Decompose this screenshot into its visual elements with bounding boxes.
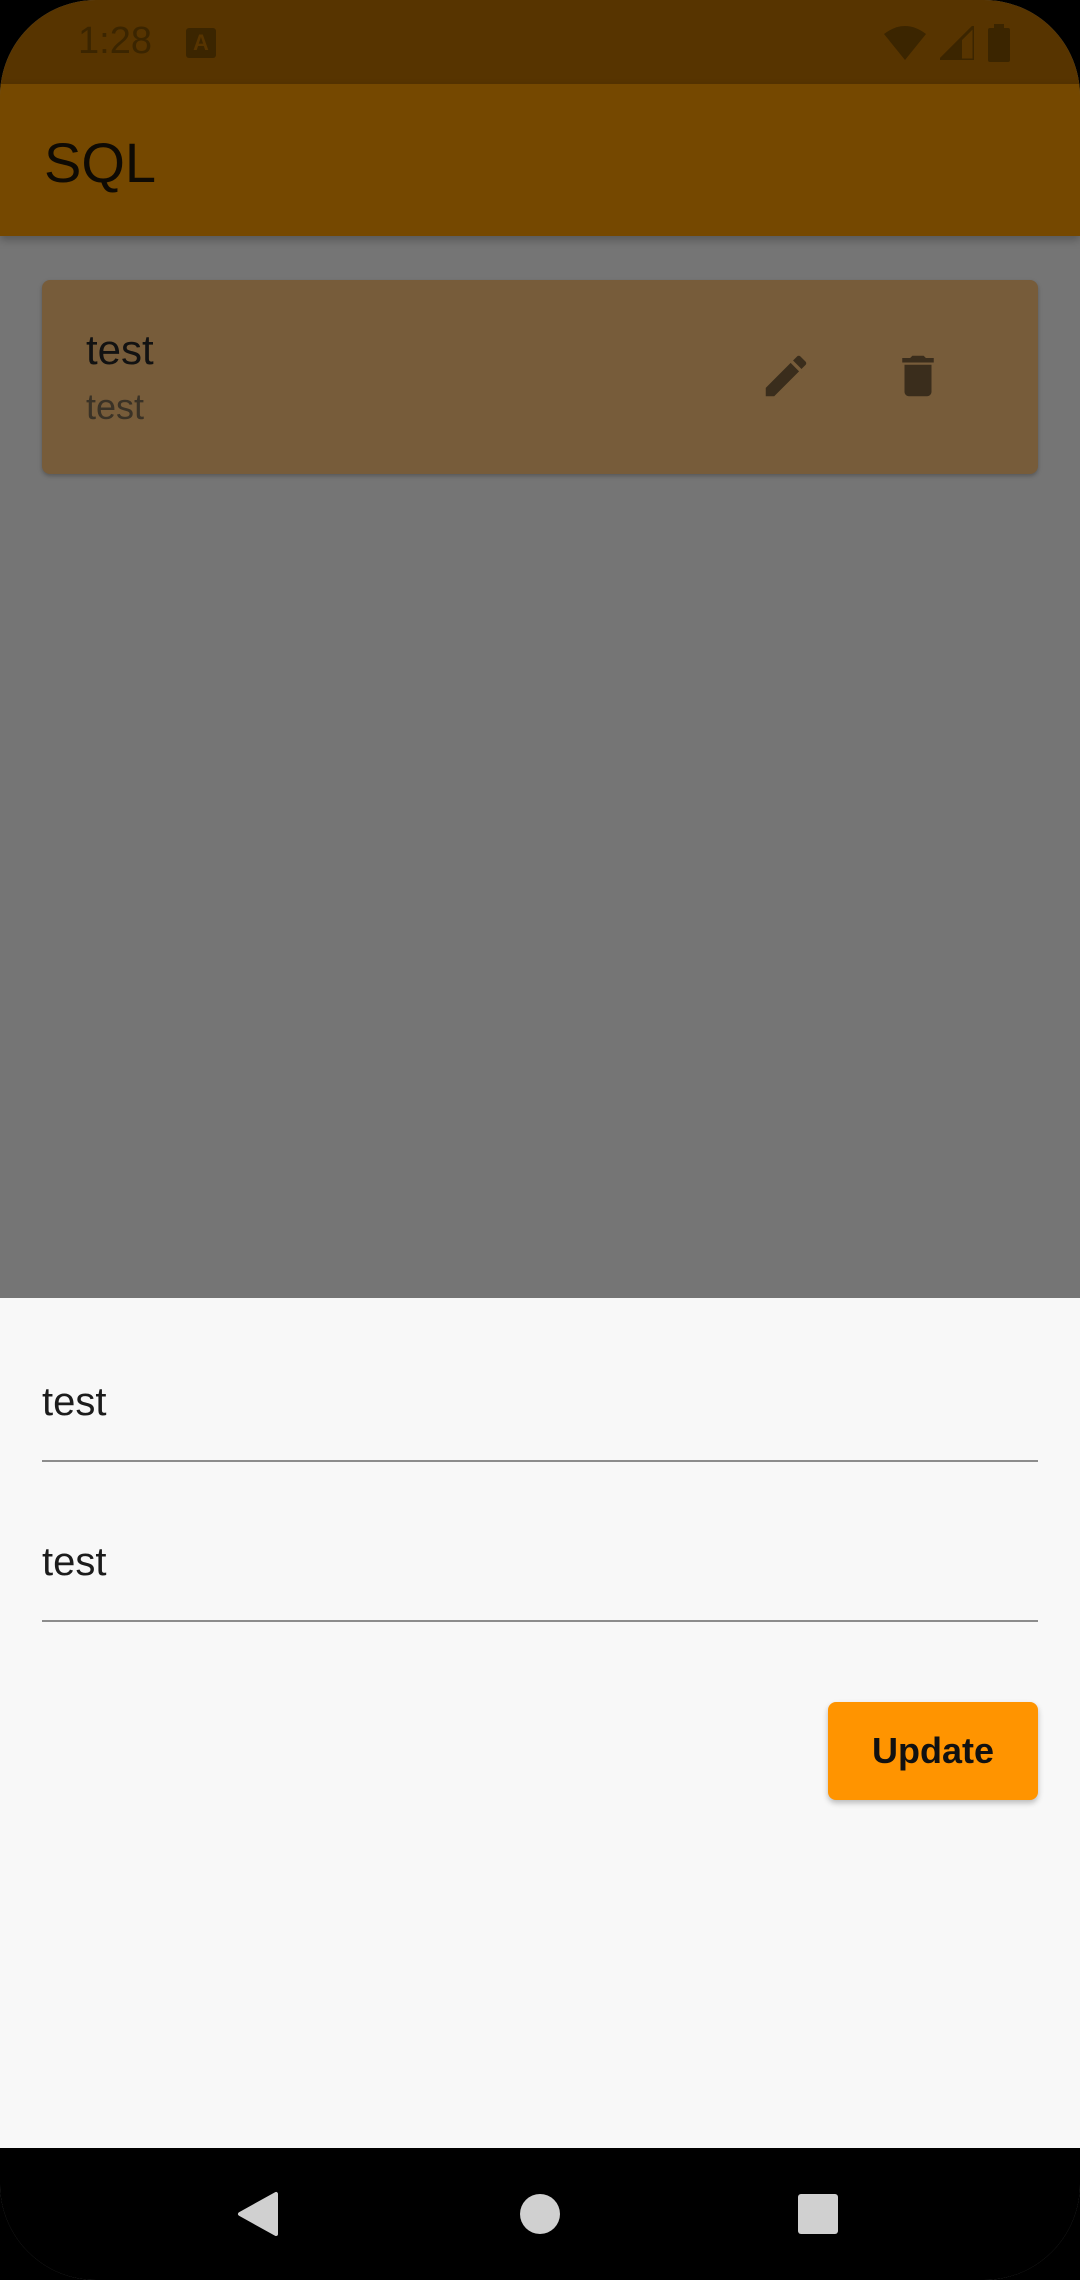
list-item-title: test: [86, 326, 154, 373]
description-field[interactable]: test: [42, 1520, 1038, 1622]
navigation-bar: [0, 2148, 1080, 2280]
delete-icon: [902, 355, 934, 397]
signal-icon: [940, 26, 974, 60]
edit-icon: [765, 355, 807, 397]
back-icon: [238, 2192, 278, 2236]
battery-icon: [988, 24, 1010, 62]
status-bar: 1:28 A: [0, 0, 1080, 84]
a-notification-icon: A: [186, 28, 216, 58]
back-button[interactable]: [226, 2182, 290, 2246]
edit-button[interactable]: [750, 340, 822, 412]
app-bar: SQL: [0, 84, 1080, 236]
bottom-sheet: test test Update: [0, 1298, 1080, 2148]
status-icons: [884, 24, 1010, 62]
title-field-value: test: [42, 1380, 107, 1424]
page-title: SQL: [44, 131, 157, 194]
description-field-value: test: [42, 1540, 107, 1584]
recents-icon: [798, 2194, 838, 2234]
screen: 1:28 A SQL test test test test Update: [0, 0, 1080, 2280]
recents-button[interactable]: [786, 2182, 850, 2246]
status-time: 1:28: [78, 20, 152, 62]
list-item[interactable]: test test: [42, 280, 1038, 474]
wifi-icon: [884, 26, 926, 60]
delete-button[interactable]: [882, 340, 954, 412]
home-button[interactable]: [508, 2182, 572, 2246]
home-icon: [520, 2194, 560, 2234]
title-field[interactable]: test: [42, 1360, 1038, 1462]
update-button[interactable]: Update: [828, 1702, 1038, 1800]
list-item-subtitle: test: [86, 386, 145, 427]
